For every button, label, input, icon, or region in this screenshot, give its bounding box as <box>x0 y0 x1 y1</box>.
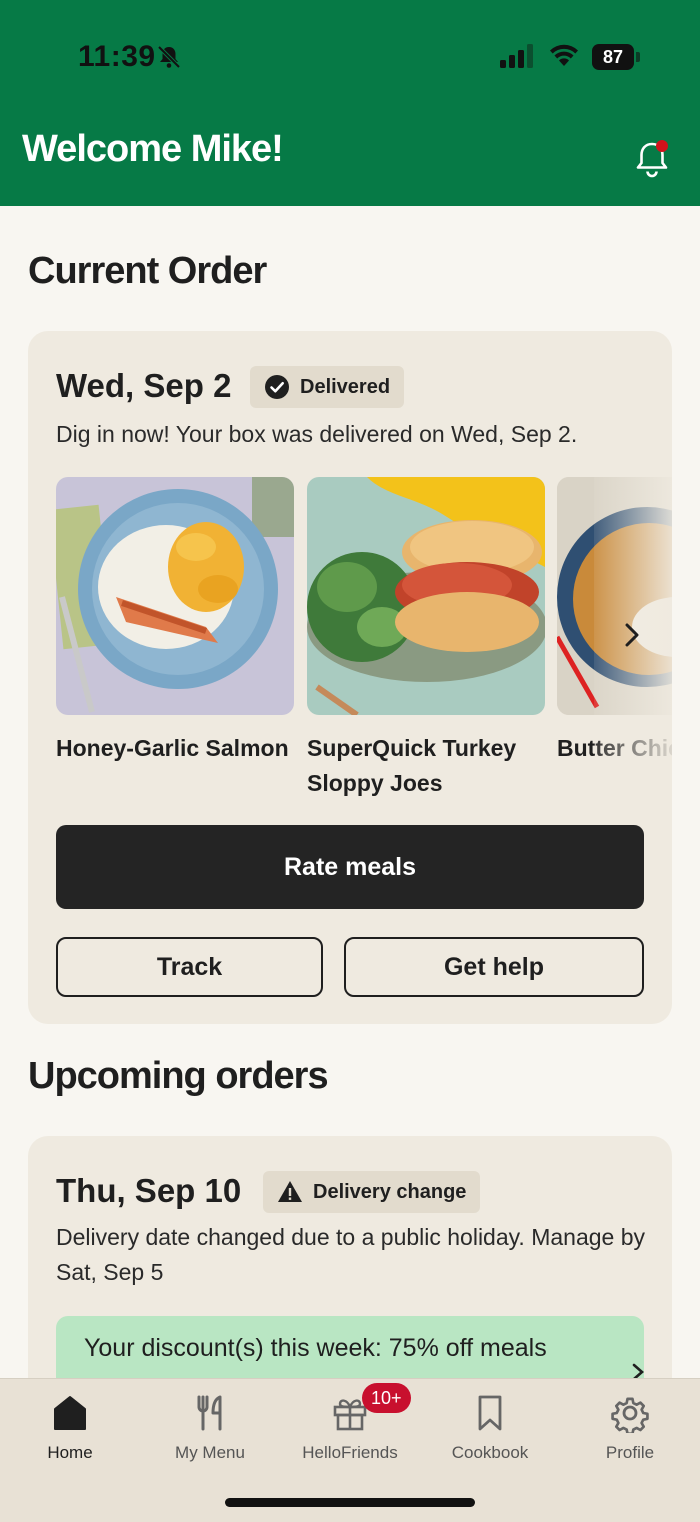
home-icon <box>54 1396 86 1430</box>
status-time: 11:39 <box>78 40 156 73</box>
status-badge: Delivered <box>250 366 405 408</box>
nav-my-menu[interactable]: My Menu <box>140 1389 280 1473</box>
status-badge-label: Delivery change <box>313 1180 467 1203</box>
gear-icon <box>611 1397 649 1433</box>
home-indicator[interactable] <box>225 1498 475 1507</box>
nav-profile[interactable]: Profile <box>560 1389 700 1473</box>
meal-card[interactable]: SuperQuick Turkey Sloppy Joes <box>307 477 545 801</box>
chevron-right-icon[interactable] <box>618 621 646 649</box>
meal-image <box>56 477 294 715</box>
track-button[interactable]: Track <box>56 937 323 997</box>
status-badge-label: Delivered <box>300 375 391 398</box>
nav-hellofriends[interactable]: 10+ HelloFriends <box>280 1383 420 1473</box>
nav-hellofriends-label: HelloFriends <box>302 1443 398 1462</box>
meal-card[interactable]: Honey-Garlic Salmon <box>56 477 294 766</box>
order-date: Thu, Sep 10 <box>56 1172 242 1209</box>
fork-knife-icon <box>197 1395 222 1431</box>
welcome-title: Welcome Mike! <box>22 128 284 170</box>
upcoming-orders-heading: Upcoming orders <box>28 1055 329 1097</box>
nav-my-menu-label: My Menu <box>175 1443 245 1462</box>
notification-bell-icon[interactable] <box>630 136 674 180</box>
nav-badge-count: 10+ <box>362 1383 411 1413</box>
battery-level: 87 <box>592 44 634 70</box>
check-circle-icon <box>265 375 289 399</box>
app-header: 11:39 87 Welcome Mike! <box>0 0 700 206</box>
status-badge: Delivery change <box>263 1171 481 1213</box>
rate-meals-button[interactable]: Rate meals <box>56 825 644 909</box>
wifi-icon <box>550 44 578 66</box>
nav-profile-label: Profile <box>605 1443 655 1462</box>
bookmark-icon <box>478 1395 502 1431</box>
get-help-button[interactable]: Get help <box>344 937 644 997</box>
discount-text: Your discount(s) this week: 75% off meal… <box>84 1334 547 1362</box>
cellular-signal-icon <box>500 44 533 68</box>
battery-tip <box>636 52 640 62</box>
battery-indicator: 87 <box>592 44 640 70</box>
order-message: Delivery date changed due to a public ho… <box>56 1224 646 1285</box>
nav-home-label: Home <box>47 1443 93 1462</box>
app-screen: 11:39 87 Welcome Mike! Current Order Wed… <box>0 0 700 1522</box>
nav-cookbook[interactable]: Cookbook <box>420 1389 560 1473</box>
nav-home[interactable]: Home <box>0 1389 140 1473</box>
meal-image <box>307 477 545 715</box>
warning-icon <box>278 1181 302 1202</box>
current-order-heading: Current Order <box>28 250 267 292</box>
nav-cookbook-label: Cookbook <box>451 1443 529 1462</box>
status-bar: 11:39 87 <box>0 0 700 110</box>
current-order-card: Wed, Sep 2 Delivered Dig in now! Your bo… <box>28 331 672 1024</box>
meal-name: SuperQuick Turkey Sloppy Joes <box>307 735 517 796</box>
meal-name: Honey-Garlic Salmon <box>56 735 289 761</box>
bell-slash-icon <box>157 45 181 69</box>
order-message: Dig in now! Your box was delivered on We… <box>56 421 578 447</box>
order-date: Wed, Sep 2 <box>56 367 232 404</box>
